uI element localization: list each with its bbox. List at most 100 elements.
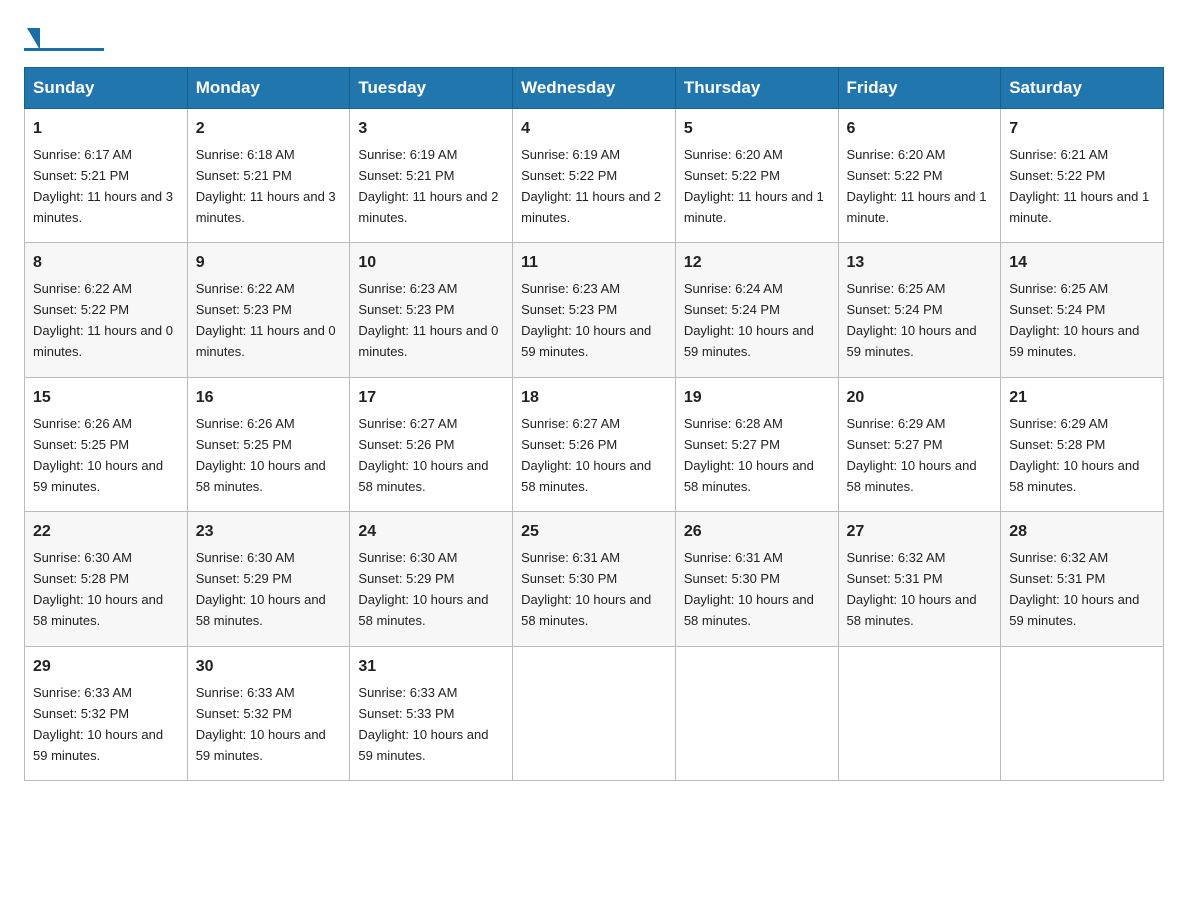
day-info: Sunrise: 6:27 AMSunset: 5:26 PMDaylight:… [521,416,651,494]
day-number: 18 [521,386,667,411]
calendar-cell: 19 Sunrise: 6:28 AMSunset: 5:27 PMDayligh… [675,377,838,511]
day-info: Sunrise: 6:22 AMSunset: 5:22 PMDaylight:… [33,281,173,359]
day-number: 8 [33,251,179,276]
day-info: Sunrise: 6:18 AMSunset: 5:21 PMDaylight:… [196,147,336,225]
day-info: Sunrise: 6:17 AMSunset: 5:21 PMDaylight:… [33,147,173,225]
day-info: Sunrise: 6:20 AMSunset: 5:22 PMDaylight:… [847,147,987,225]
day-number: 1 [33,117,179,142]
day-number: 24 [358,520,504,545]
day-number: 5 [684,117,830,142]
day-number: 16 [196,386,342,411]
day-number: 15 [33,386,179,411]
calendar-cell: 22Sunrise: 6:30 AMSunset: 5:28 PMDayligh… [25,512,188,646]
day-info: Sunrise: 6:23 AMSunset: 5:23 PMDaylight:… [358,281,498,359]
day-info: Sunrise: 6:30 AMSunset: 5:29 PMDaylight:… [196,550,326,628]
day-info: Sunrise: 6:32 AMSunset: 5:31 PMDaylight:… [1009,550,1139,628]
calendar-cell: 16 Sunrise: 6:26 AMSunset: 5:25 PMDayligh… [187,377,350,511]
day-info: Sunrise: 6:22 AMSunset: 5:23 PMDaylight:… [196,281,336,359]
day-info: Sunrise: 6:20 AMSunset: 5:22 PMDaylight:… [684,147,824,225]
calendar-cell: 21 Sunrise: 6:29 AMSunset: 5:28 PMDayligh… [1001,377,1164,511]
day-info: Sunrise: 6:21 AMSunset: 5:22 PMDaylight:… [1009,147,1149,225]
day-info: Sunrise: 6:27 AMSunset: 5:26 PMDaylight:… [358,416,488,494]
day-info: Sunrise: 6:24 AMSunset: 5:24 PMDaylight:… [684,281,814,359]
calendar-cell: 2 Sunrise: 6:18 AMSunset: 5:21 PMDaylight… [187,109,350,243]
day-number: 27 [847,520,993,545]
weekday-header-tuesday: Tuesday [350,68,513,109]
day-info: Sunrise: 6:25 AMSunset: 5:24 PMDaylight:… [847,281,977,359]
calendar-cell: 1 Sunrise: 6:17 AMSunset: 5:21 PMDaylight… [25,109,188,243]
weekday-header-thursday: Thursday [675,68,838,109]
calendar-cell: 26Sunrise: 6:31 AMSunset: 5:30 PMDayligh… [675,512,838,646]
calendar-cell: 27Sunrise: 6:32 AMSunset: 5:31 PMDayligh… [838,512,1001,646]
day-number: 6 [847,117,993,142]
calendar-cell: 10 Sunrise: 6:23 AMSunset: 5:23 PMDayligh… [350,243,513,377]
weekday-header-friday: Friday [838,68,1001,109]
calendar-cell: 5 Sunrise: 6:20 AMSunset: 5:22 PMDaylight… [675,109,838,243]
calendar-cell: 25 Sunrise: 6:31 AMSunset: 5:30 PMDayligh… [513,512,676,646]
day-number: 28 [1009,520,1155,545]
day-number: 19 [684,386,830,411]
day-number: 21 [1009,386,1155,411]
day-info: Sunrise: 6:26 AMSunset: 5:25 PMDaylight:… [196,416,326,494]
day-number: 14 [1009,251,1155,276]
calendar-cell: 29 Sunrise: 6:33 AMSunset: 5:32 PMDayligh… [25,646,188,780]
calendar-cell: 18 Sunrise: 6:27 AMSunset: 5:26 PMDayligh… [513,377,676,511]
day-info: Sunrise: 6:31 AMSunset: 5:30 PMDaylight:… [684,550,814,628]
calendar-cell [1001,646,1164,780]
calendar-cell: 11 Sunrise: 6:23 AMSunset: 5:23 PMDayligh… [513,243,676,377]
day-number: 13 [847,251,993,276]
calendar-cell: 14 Sunrise: 6:25 AMSunset: 5:24 PMDayligh… [1001,243,1164,377]
day-info: Sunrise: 6:25 AMSunset: 5:24 PMDaylight:… [1009,281,1139,359]
calendar-week-row: 29 Sunrise: 6:33 AMSunset: 5:32 PMDayligh… [25,646,1164,780]
calendar-week-row: 8 Sunrise: 6:22 AMSunset: 5:22 PMDaylight… [25,243,1164,377]
weekday-header-sunday: Sunday [25,68,188,109]
day-number: 4 [521,117,667,142]
day-number: 9 [196,251,342,276]
weekday-header-wednesday: Wednesday [513,68,676,109]
weekday-header-row: SundayMondayTuesdayWednesdayThursdayFrid… [25,68,1164,109]
day-info: Sunrise: 6:31 AMSunset: 5:30 PMDaylight:… [521,550,651,628]
day-number: 2 [196,117,342,142]
calendar-cell: 20Sunrise: 6:29 AMSunset: 5:27 PMDayligh… [838,377,1001,511]
calendar-cell: 3Sunrise: 6:19 AMSunset: 5:21 PMDaylight… [350,109,513,243]
calendar-table: SundayMondayTuesdayWednesdayThursdayFrid… [24,67,1164,781]
day-number: 29 [33,655,179,680]
calendar-cell: 23 Sunrise: 6:30 AMSunset: 5:29 PMDayligh… [187,512,350,646]
logo-arrow-icon [27,28,40,50]
weekday-header-monday: Monday [187,68,350,109]
day-number: 30 [196,655,342,680]
calendar-cell: 6 Sunrise: 6:20 AMSunset: 5:22 PMDaylight… [838,109,1001,243]
calendar-week-row: 15 Sunrise: 6:26 AMSunset: 5:25 PMDayligh… [25,377,1164,511]
page-header [24,24,1164,51]
day-number: 23 [196,520,342,545]
calendar-cell: 24Sunrise: 6:30 AMSunset: 5:29 PMDayligh… [350,512,513,646]
day-info: Sunrise: 6:30 AMSunset: 5:28 PMDaylight:… [33,550,163,628]
calendar-cell: 4 Sunrise: 6:19 AMSunset: 5:22 PMDaylight… [513,109,676,243]
day-number: 10 [358,251,504,276]
calendar-cell: 7 Sunrise: 6:21 AMSunset: 5:22 PMDaylight… [1001,109,1164,243]
calendar-cell: 9 Sunrise: 6:22 AMSunset: 5:23 PMDaylight… [187,243,350,377]
day-info: Sunrise: 6:19 AMSunset: 5:22 PMDaylight:… [521,147,661,225]
day-number: 7 [1009,117,1155,142]
calendar-cell [838,646,1001,780]
weekday-header-saturday: Saturday [1001,68,1164,109]
day-info: Sunrise: 6:23 AMSunset: 5:23 PMDaylight:… [521,281,651,359]
day-info: Sunrise: 6:33 AMSunset: 5:32 PMDaylight:… [196,685,326,763]
calendar-cell: 12 Sunrise: 6:24 AMSunset: 5:24 PMDayligh… [675,243,838,377]
day-number: 12 [684,251,830,276]
calendar-cell: 31 Sunrise: 6:33 AMSunset: 5:33 PMDayligh… [350,646,513,780]
day-info: Sunrise: 6:33 AMSunset: 5:32 PMDaylight:… [33,685,163,763]
day-info: Sunrise: 6:29 AMSunset: 5:28 PMDaylight:… [1009,416,1139,494]
calendar-cell: 13 Sunrise: 6:25 AMSunset: 5:24 PMDayligh… [838,243,1001,377]
day-number: 11 [521,251,667,276]
calendar-week-row: 1 Sunrise: 6:17 AMSunset: 5:21 PMDaylight… [25,109,1164,243]
day-number: 3 [358,117,504,142]
day-info: Sunrise: 6:28 AMSunset: 5:27 PMDaylight:… [684,416,814,494]
day-number: 31 [358,655,504,680]
day-number: 17 [358,386,504,411]
day-number: 20 [847,386,993,411]
day-number: 25 [521,520,667,545]
calendar-week-row: 22Sunrise: 6:30 AMSunset: 5:28 PMDayligh… [25,512,1164,646]
day-info: Sunrise: 6:33 AMSunset: 5:33 PMDaylight:… [358,685,488,763]
calendar-cell: 8 Sunrise: 6:22 AMSunset: 5:22 PMDaylight… [25,243,188,377]
